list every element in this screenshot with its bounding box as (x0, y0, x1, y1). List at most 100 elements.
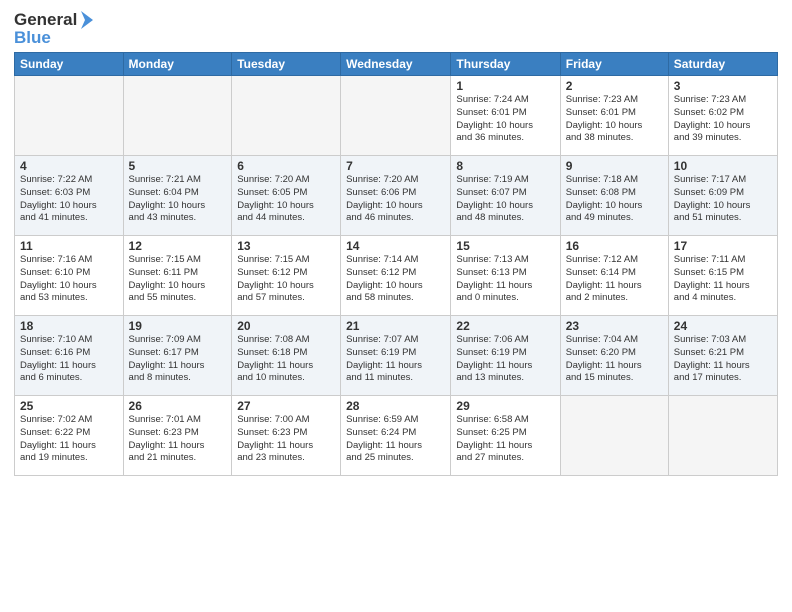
calendar-week-row: 1Sunrise: 7:24 AMSunset: 6:01 PMDaylight… (15, 76, 778, 156)
day-number: 4 (20, 159, 118, 173)
day-info: Sunrise: 7:03 AMSunset: 6:21 PMDaylight:… (674, 334, 772, 385)
col-header-saturday: Saturday (668, 53, 777, 76)
day-number: 2 (566, 79, 663, 93)
day-number: 8 (456, 159, 554, 173)
day-info: Sunrise: 6:58 AMSunset: 6:25 PMDaylight:… (456, 414, 554, 465)
col-header-friday: Friday (560, 53, 668, 76)
day-info: Sunrise: 7:10 AMSunset: 6:16 PMDaylight:… (20, 334, 118, 385)
day-number: 25 (20, 399, 118, 413)
day-number: 18 (20, 319, 118, 333)
day-info: Sunrise: 7:24 AMSunset: 6:01 PMDaylight:… (456, 94, 554, 145)
day-info: Sunrise: 7:08 AMSunset: 6:18 PMDaylight:… (237, 334, 335, 385)
day-info: Sunrise: 7:20 AMSunset: 6:05 PMDaylight:… (237, 174, 335, 225)
day-number: 23 (566, 319, 663, 333)
calendar-cell: 17Sunrise: 7:11 AMSunset: 6:15 PMDayligh… (668, 236, 777, 316)
day-number: 28 (346, 399, 445, 413)
calendar-cell: 2Sunrise: 7:23 AMSunset: 6:01 PMDaylight… (560, 76, 668, 156)
day-info: Sunrise: 7:23 AMSunset: 6:01 PMDaylight:… (566, 94, 663, 145)
calendar-cell (232, 76, 341, 156)
calendar-cell: 20Sunrise: 7:08 AMSunset: 6:18 PMDayligh… (232, 316, 341, 396)
day-info: Sunrise: 7:23 AMSunset: 6:02 PMDaylight:… (674, 94, 772, 145)
calendar-cell: 25Sunrise: 7:02 AMSunset: 6:22 PMDayligh… (15, 396, 124, 476)
day-info: Sunrise: 7:06 AMSunset: 6:19 PMDaylight:… (456, 334, 554, 385)
day-info: Sunrise: 6:59 AMSunset: 6:24 PMDaylight:… (346, 414, 445, 465)
day-info: Sunrise: 7:22 AMSunset: 6:03 PMDaylight:… (20, 174, 118, 225)
day-number: 7 (346, 159, 445, 173)
calendar-cell: 28Sunrise: 6:59 AMSunset: 6:24 PMDayligh… (341, 396, 451, 476)
calendar-cell: 29Sunrise: 6:58 AMSunset: 6:25 PMDayligh… (451, 396, 560, 476)
day-number: 10 (674, 159, 772, 173)
day-number: 29 (456, 399, 554, 413)
day-number: 11 (20, 239, 118, 253)
day-info: Sunrise: 7:19 AMSunset: 6:07 PMDaylight:… (456, 174, 554, 225)
day-info: Sunrise: 7:00 AMSunset: 6:23 PMDaylight:… (237, 414, 335, 465)
calendar-cell: 23Sunrise: 7:04 AMSunset: 6:20 PMDayligh… (560, 316, 668, 396)
calendar-cell: 10Sunrise: 7:17 AMSunset: 6:09 PMDayligh… (668, 156, 777, 236)
day-number: 15 (456, 239, 554, 253)
calendar-cell: 16Sunrise: 7:12 AMSunset: 6:14 PMDayligh… (560, 236, 668, 316)
calendar-cell: 15Sunrise: 7:13 AMSunset: 6:13 PMDayligh… (451, 236, 560, 316)
day-number: 22 (456, 319, 554, 333)
calendar-cell (668, 396, 777, 476)
calendar-cell: 22Sunrise: 7:06 AMSunset: 6:19 PMDayligh… (451, 316, 560, 396)
col-header-tuesday: Tuesday (232, 53, 341, 76)
day-number: 13 (237, 239, 335, 253)
calendar-cell (15, 76, 124, 156)
calendar-cell: 7Sunrise: 7:20 AMSunset: 6:06 PMDaylight… (341, 156, 451, 236)
calendar-cell (341, 76, 451, 156)
col-header-sunday: Sunday (15, 53, 124, 76)
calendar-cell: 19Sunrise: 7:09 AMSunset: 6:17 PMDayligh… (123, 316, 232, 396)
calendar-cell: 3Sunrise: 7:23 AMSunset: 6:02 PMDaylight… (668, 76, 777, 156)
logo-text-blue: Blue (14, 28, 93, 48)
logo-arrow-icon (79, 11, 93, 29)
day-info: Sunrise: 7:11 AMSunset: 6:15 PMDaylight:… (674, 254, 772, 305)
logo: General Blue (14, 10, 93, 48)
calendar-week-row: 11Sunrise: 7:16 AMSunset: 6:10 PMDayligh… (15, 236, 778, 316)
col-header-thursday: Thursday (451, 53, 560, 76)
calendar-cell: 5Sunrise: 7:21 AMSunset: 6:04 PMDaylight… (123, 156, 232, 236)
calendar-cell (123, 76, 232, 156)
day-info: Sunrise: 7:09 AMSunset: 6:17 PMDaylight:… (129, 334, 227, 385)
day-number: 24 (674, 319, 772, 333)
logo-text-general: General (14, 10, 77, 30)
day-info: Sunrise: 7:14 AMSunset: 6:12 PMDaylight:… (346, 254, 445, 305)
calendar-cell (560, 396, 668, 476)
col-header-wednesday: Wednesday (341, 53, 451, 76)
calendar-cell: 26Sunrise: 7:01 AMSunset: 6:23 PMDayligh… (123, 396, 232, 476)
day-info: Sunrise: 7:12 AMSunset: 6:14 PMDaylight:… (566, 254, 663, 305)
logo: General Blue (14, 10, 93, 48)
day-number: 6 (237, 159, 335, 173)
calendar-cell: 14Sunrise: 7:14 AMSunset: 6:12 PMDayligh… (341, 236, 451, 316)
day-info: Sunrise: 7:04 AMSunset: 6:20 PMDaylight:… (566, 334, 663, 385)
calendar-cell: 27Sunrise: 7:00 AMSunset: 6:23 PMDayligh… (232, 396, 341, 476)
day-info: Sunrise: 7:17 AMSunset: 6:09 PMDaylight:… (674, 174, 772, 225)
calendar-cell: 13Sunrise: 7:15 AMSunset: 6:12 PMDayligh… (232, 236, 341, 316)
day-number: 12 (129, 239, 227, 253)
day-info: Sunrise: 7:15 AMSunset: 6:12 PMDaylight:… (237, 254, 335, 305)
day-number: 1 (456, 79, 554, 93)
calendar-cell: 11Sunrise: 7:16 AMSunset: 6:10 PMDayligh… (15, 236, 124, 316)
calendar-week-row: 25Sunrise: 7:02 AMSunset: 6:22 PMDayligh… (15, 396, 778, 476)
day-info: Sunrise: 7:13 AMSunset: 6:13 PMDaylight:… (456, 254, 554, 305)
calendar-cell: 12Sunrise: 7:15 AMSunset: 6:11 PMDayligh… (123, 236, 232, 316)
calendar-cell: 9Sunrise: 7:18 AMSunset: 6:08 PMDaylight… (560, 156, 668, 236)
day-info: Sunrise: 7:02 AMSunset: 6:22 PMDaylight:… (20, 414, 118, 465)
day-number: 26 (129, 399, 227, 413)
day-number: 17 (674, 239, 772, 253)
calendar-week-row: 18Sunrise: 7:10 AMSunset: 6:16 PMDayligh… (15, 316, 778, 396)
calendar-cell: 24Sunrise: 7:03 AMSunset: 6:21 PMDayligh… (668, 316, 777, 396)
day-info: Sunrise: 7:18 AMSunset: 6:08 PMDaylight:… (566, 174, 663, 225)
calendar-cell: 21Sunrise: 7:07 AMSunset: 6:19 PMDayligh… (341, 316, 451, 396)
day-info: Sunrise: 7:16 AMSunset: 6:10 PMDaylight:… (20, 254, 118, 305)
col-header-monday: Monday (123, 53, 232, 76)
calendar-table: SundayMondayTuesdayWednesdayThursdayFrid… (14, 52, 778, 476)
day-number: 19 (129, 319, 227, 333)
day-number: 14 (346, 239, 445, 253)
calendar-cell: 4Sunrise: 7:22 AMSunset: 6:03 PMDaylight… (15, 156, 124, 236)
day-info: Sunrise: 7:01 AMSunset: 6:23 PMDaylight:… (129, 414, 227, 465)
calendar-week-row: 4Sunrise: 7:22 AMSunset: 6:03 PMDaylight… (15, 156, 778, 236)
calendar-cell: 8Sunrise: 7:19 AMSunset: 6:07 PMDaylight… (451, 156, 560, 236)
header: General Blue (14, 10, 778, 48)
day-number: 5 (129, 159, 227, 173)
calendar-cell: 1Sunrise: 7:24 AMSunset: 6:01 PMDaylight… (451, 76, 560, 156)
